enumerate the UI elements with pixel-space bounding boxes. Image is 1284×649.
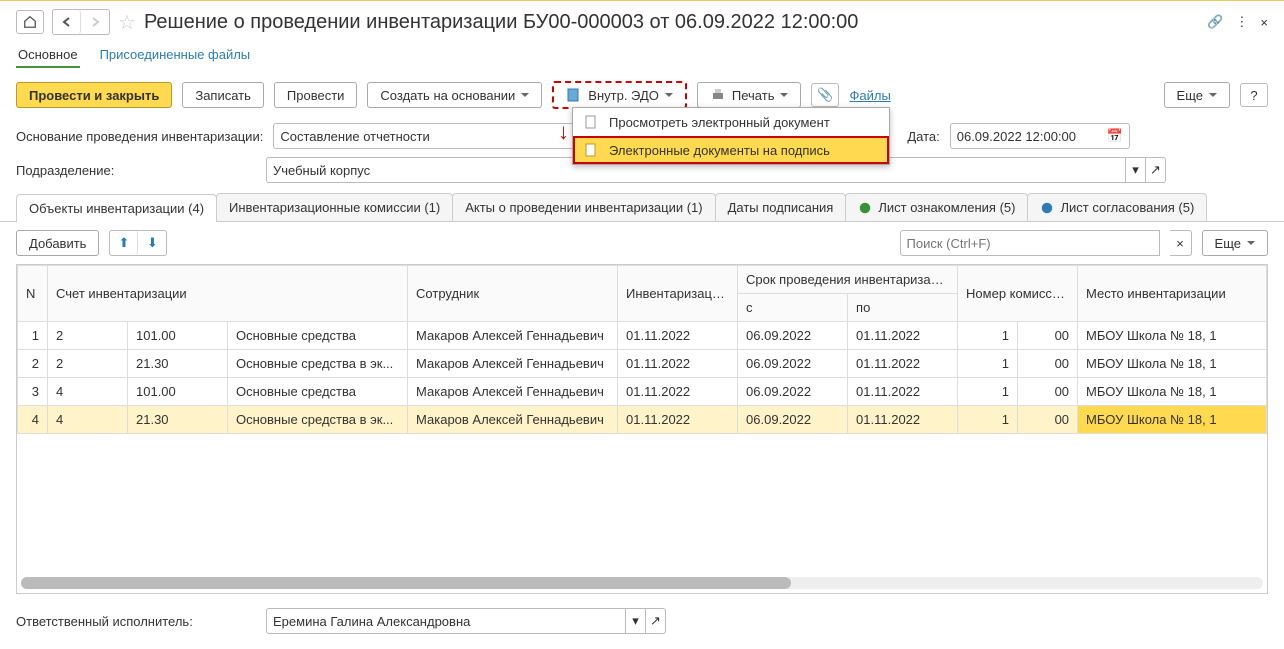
favorite-icon[interactable]: ☆ bbox=[118, 10, 136, 35]
nav-history bbox=[52, 9, 110, 35]
check-icon bbox=[1040, 201, 1054, 215]
link-icon[interactable]: 🔗 bbox=[1207, 14, 1223, 30]
files-link[interactable]: Файлы bbox=[849, 88, 890, 103]
col-n[interactable]: N bbox=[18, 266, 48, 322]
dept-label: Подразделение: bbox=[16, 163, 256, 178]
nav-tab-main[interactable]: Основное bbox=[16, 43, 80, 68]
responsible-dropdown[interactable]: ▾ bbox=[626, 608, 646, 634]
responsible-open[interactable]: ↗ bbox=[646, 608, 666, 634]
table-row[interactable]: 4421.30Основные средства в эк...Макаров … bbox=[18, 406, 1267, 434]
responsible-input[interactable] bbox=[266, 608, 626, 634]
dept-dropdown[interactable]: ▾ bbox=[1126, 157, 1146, 183]
post-button[interactable]: Провести bbox=[274, 82, 358, 108]
col-period[interactable]: Срок проведения инвентаризации bbox=[738, 266, 958, 294]
tab-objects[interactable]: Объекты инвентаризации (4) bbox=[16, 194, 217, 222]
help-button[interactable]: ? bbox=[1240, 83, 1268, 107]
scroll-thumb[interactable] bbox=[21, 577, 791, 589]
dept-open[interactable]: ↗ bbox=[1146, 157, 1166, 183]
callout-arrow: ↓ bbox=[558, 119, 569, 145]
date-label: Дата: bbox=[907, 129, 939, 144]
print-button[interactable]: Печать bbox=[697, 82, 802, 108]
col-from[interactable]: с bbox=[738, 294, 848, 322]
col-inv-date[interactable]: Инвентаризация по состоянию на bbox=[618, 266, 738, 322]
date-input[interactable]: 06.09.2022 12:00:00 📅 bbox=[950, 123, 1130, 149]
basis-label: Основание проведения инвентаризации: bbox=[16, 129, 263, 144]
dropdown-view-doc[interactable]: Просмотреть электронный документ bbox=[573, 108, 889, 136]
check-icon bbox=[858, 201, 872, 215]
add-button[interactable]: Добавить bbox=[16, 230, 99, 256]
col-account[interactable]: Счет инвентаризации bbox=[48, 266, 408, 322]
tab-approval-sheet[interactable]: Лист согласования (5) bbox=[1027, 193, 1207, 221]
move-up-button[interactable]: ⬆ bbox=[110, 231, 138, 255]
printer-icon bbox=[710, 87, 726, 103]
col-place[interactable]: Место инвентаризации bbox=[1078, 266, 1267, 322]
attach-button[interactable]: 📎 bbox=[811, 83, 839, 107]
document-sign-icon bbox=[583, 142, 599, 158]
close-icon[interactable]: × bbox=[1260, 15, 1268, 30]
table-row[interactable]: 34101.00Основные средстваМакаров Алексей… bbox=[18, 378, 1267, 406]
back-button[interactable] bbox=[53, 10, 81, 34]
grid-more-button[interactable]: Еще bbox=[1202, 230, 1268, 256]
nav-tab-attached[interactable]: Присоединенные файлы bbox=[98, 43, 253, 68]
search-clear[interactable]: × bbox=[1170, 230, 1192, 256]
edo-dropdown: Просмотреть электронный документ Электро… bbox=[572, 107, 890, 165]
col-commission[interactable]: Номер комиссии / рабочей комиссии bbox=[958, 266, 1078, 322]
edo-button[interactable]: Внутр. ЭДО bbox=[552, 81, 687, 109]
search-input[interactable] bbox=[900, 230, 1160, 256]
tab-ack-sheet[interactable]: Лист ознакомления (5) bbox=[845, 193, 1028, 221]
responsible-label: Ответственный исполнитель: bbox=[16, 614, 256, 629]
edo-icon bbox=[566, 87, 582, 103]
document-icon bbox=[583, 114, 599, 130]
more-button[interactable]: Еще bbox=[1164, 82, 1230, 108]
save-button[interactable]: Записать bbox=[182, 82, 264, 108]
col-employee[interactable]: Сотрудник bbox=[408, 266, 618, 322]
tab-sign-dates[interactable]: Даты подписания bbox=[715, 193, 847, 221]
forward-button[interactable] bbox=[81, 10, 109, 34]
tab-commissions[interactable]: Инвентаризационные комиссии (1) bbox=[216, 193, 453, 221]
post-close-button[interactable]: Провести и закрыть bbox=[16, 82, 172, 108]
create-based-button[interactable]: Создать на основании bbox=[367, 82, 542, 108]
window-title: Решение о проведении инвентаризации БУ00… bbox=[144, 11, 1199, 34]
grid: N Счет инвентаризации Сотрудник Инвентар… bbox=[16, 264, 1268, 594]
clip-icon: 📎 bbox=[817, 87, 833, 103]
calendar-icon[interactable]: 📅 bbox=[1107, 128, 1123, 144]
h-scrollbar[interactable] bbox=[21, 577, 1263, 589]
col-to[interactable]: по bbox=[848, 294, 958, 322]
table-row[interactable]: 12101.00Основные средстваМакаров Алексей… bbox=[18, 322, 1267, 350]
table-row[interactable]: 2221.30Основные средства в эк...Макаров … bbox=[18, 350, 1267, 378]
dropdown-sign-doc[interactable]: Электронные документы на подпись bbox=[573, 136, 889, 164]
home-button[interactable] bbox=[16, 10, 44, 34]
move-down-button[interactable]: ⬇ bbox=[138, 231, 166, 255]
more-icon[interactable]: ⋮ bbox=[1235, 14, 1248, 30]
tab-acts[interactable]: Акты о проведении инвентаризации (1) bbox=[452, 193, 715, 221]
